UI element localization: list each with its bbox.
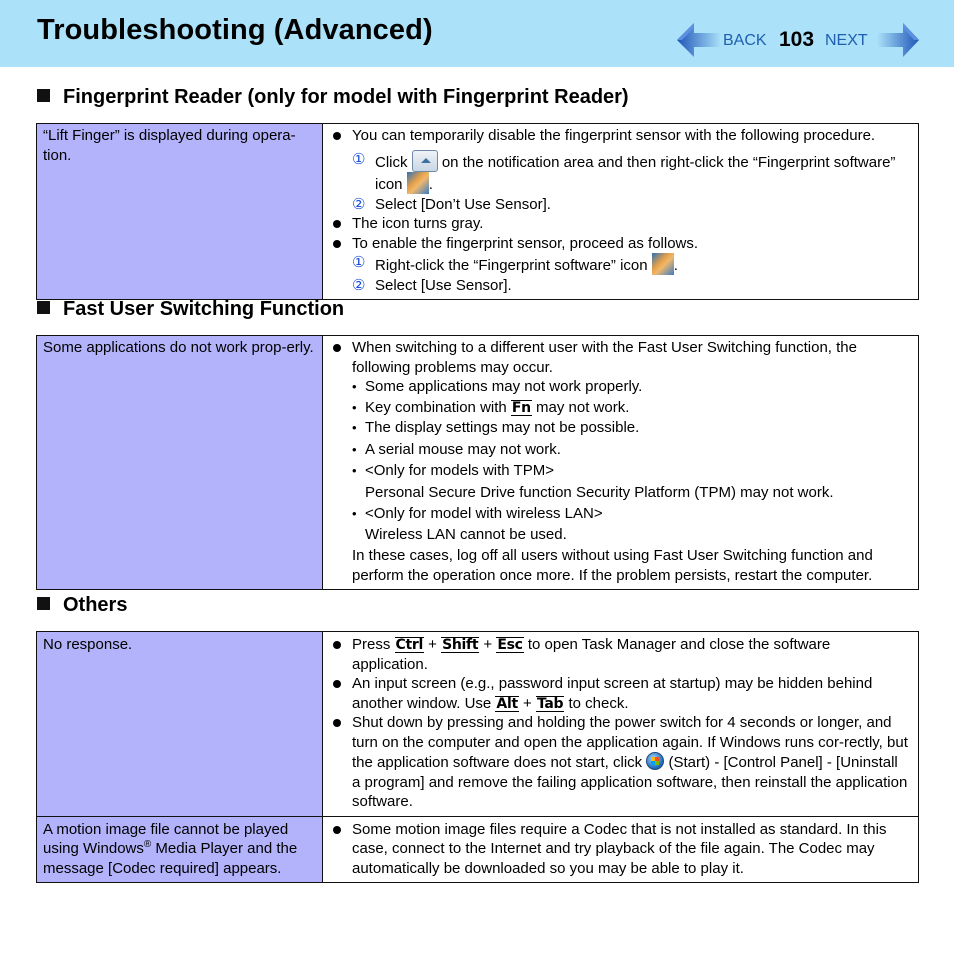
bullet-item: Shut down by pressing and holding the po… [331,713,910,812]
plus-sign: + [523,694,532,712]
bullet-item: The icon turns gray. [331,214,910,234]
fingerprint-software-icon [406,172,429,194]
step-text: on the notification area and then right-… [375,153,896,194]
solution-cell: You can temporarily disable the fingerpr… [322,123,919,300]
sub-bullet-text: Key combination with [365,398,507,416]
step-item: ② Select [Use Sensor]. [331,276,910,296]
tab-key: Tab [535,695,565,712]
section-heading-others: Others [37,594,127,617]
sub-bullet-item: Some applications may not work properly. [331,377,910,397]
sub-bullet-item: A serial mouse may not work. [331,440,910,460]
others-table: No response. Press Ctrl + Shift + Esc to… [36,631,919,883]
bullet-text: to open Task Manager and close the softw… [352,636,831,673]
section-heading-text: Fast User Switching Function [63,298,345,320]
section-heading-fingerprint: Fingerprint Reader (only for model with … [37,86,629,109]
square-bullet-icon [37,89,50,102]
bullet-item: You can temporarily disable the fingerpr… [331,126,910,146]
sub-bullet-continuation: Wireless LAN cannot be used. [365,525,567,543]
section-heading-fast-user-switching: Fast User Switching Function [37,298,344,321]
shift-key: Shift [441,637,480,653]
bullet-item: Press Ctrl + Shift + Esc to open Task Ma… [331,635,910,674]
page-title: Troubleshooting (Advanced) [37,14,433,46]
square-bullet-icon [37,597,50,610]
condition-text: “Lift Finger” is displayed during opera-… [43,127,296,164]
bullet-item: When switching to a different user with … [331,338,910,377]
windows-start-icon [646,752,665,770]
section-heading-text: Others [63,594,128,616]
step-number: ① [352,150,366,168]
fast-user-switching-table: Some applications do not work prop-erly.… [36,335,919,590]
condition-cell: A motion image file cannot be played usi… [36,815,323,883]
solution-cell: Some motion image files require a Codec … [322,815,919,883]
step-text: Click [375,153,408,171]
ctrl-key: Ctrl [394,637,424,653]
page-header: Troubleshooting (Advanced) BACK 103 NEXT [0,0,954,67]
sub-bullet-item: The display settings may not be possible… [331,418,910,438]
page-number: 103 [779,28,815,51]
table-row: No response. Press Ctrl + Shift + Esc to… [36,631,919,817]
esc-key: Esc [496,637,524,653]
back-link[interactable]: BACK [723,32,767,50]
sub-bullet-item: <Only for model with wireless LAN> [331,504,910,524]
sub-bullet-continuation: Personal Secure Drive function Security … [365,483,834,501]
step-text: Right-click the “Fingerprint software” i… [375,257,648,274]
fn-key: Fn [510,399,532,416]
step-number: ② [352,195,366,213]
condition-text: Some applications do not work prop-erly. [43,339,314,356]
step-number: ① [352,254,366,271]
sub-bullet-item: <Only for models with TPM> [331,461,910,481]
condition-text: No response. [43,636,133,653]
condition-cell: No response. [36,631,323,817]
next-link[interactable]: NEXT [825,32,868,50]
step-item: ① Right-click the “Fingerprint software”… [331,253,910,276]
condition-cell: Some applications do not work prop-erly. [36,335,323,590]
solution-cell: When switching to a different user with … [322,335,919,590]
closing-paragraph: In these cases, log off all users withou… [352,547,873,584]
step-text: Select [Don’t Use Sensor]. [375,195,551,213]
back-arrow-icon[interactable] [675,21,723,59]
solution-cell: Press Ctrl + Shift + Esc to open Task Ma… [322,631,919,817]
alt-key: Alt [495,695,519,712]
step-text: . [428,176,433,193]
table-row: Some applications do not work prop-erly.… [36,335,919,590]
square-bullet-icon [37,301,50,314]
bullet-item: An input screen (e.g., password input sc… [331,674,910,713]
section-heading-text: Fingerprint Reader (only for model with … [63,86,629,108]
table-row: “Lift Finger” is displayed during opera-… [36,123,919,300]
next-arrow-icon[interactable] [877,21,921,59]
bullet-item: To enable the fingerprint sensor, procee… [331,234,910,254]
step-number: ② [352,276,366,294]
step-item: ① Click on the notification area and the… [331,149,910,195]
sub-bullet-item: Key combination with Fn may not work. [331,398,910,418]
fingerprint-software-icon [651,253,674,275]
plus-sign: + [428,636,437,653]
bullet-text: to check. [568,694,629,712]
plus-sign: + [483,636,493,653]
bullet-item: Some motion image files require a Codec … [331,820,910,879]
step-item: ② Select [Don’t Use Sensor]. [331,195,910,215]
table-row: A motion image file cannot be played usi… [36,815,919,883]
step-text: Select [Use Sensor]. [375,276,512,294]
sub-bullet-text: may not work. [536,398,630,416]
notification-area-up-arrow-icon [411,149,438,172]
step-text: . [673,257,678,274]
fingerprint-table: “Lift Finger” is displayed during opera-… [36,123,919,300]
condition-cell: “Lift Finger” is displayed during opera-… [36,123,323,300]
bullet-text: Press [352,636,391,653]
